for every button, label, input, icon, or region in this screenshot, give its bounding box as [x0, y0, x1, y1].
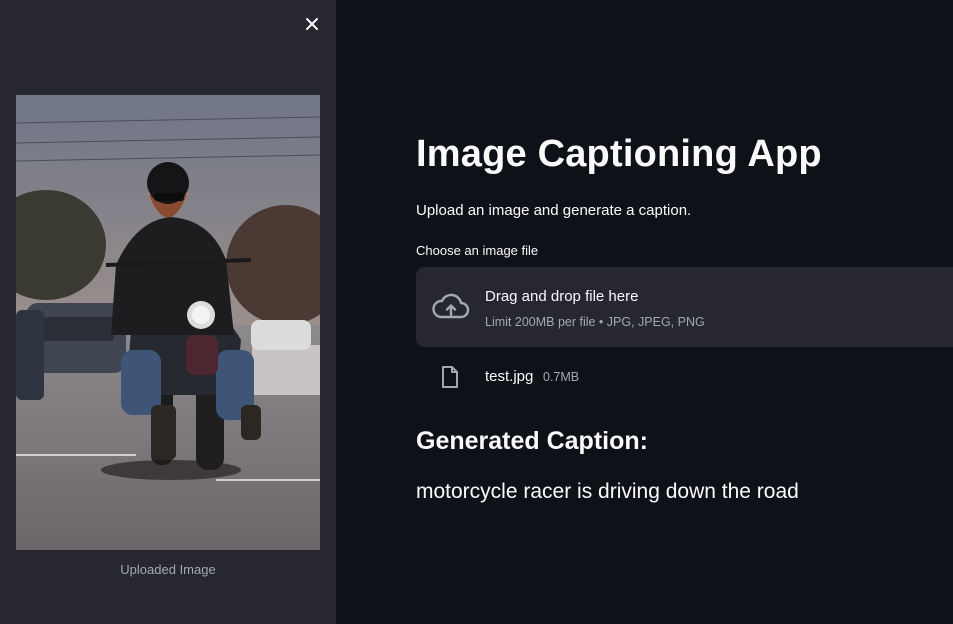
- dropzone-title: Drag and drop file here: [485, 288, 639, 305]
- sidebar: Uploaded Image: [0, 0, 336, 624]
- file-size: 0.7MB: [543, 370, 580, 384]
- page-title: Image Captioning App: [416, 133, 822, 175]
- page-subtitle: Upload an image and generate a caption.: [416, 202, 692, 219]
- file-uploader-label: Choose an image file: [416, 243, 539, 258]
- file-dropzone[interactable]: Drag and drop file here Limit 200MB per …: [416, 267, 953, 347]
- close-icon: [306, 18, 318, 30]
- image-caption: Uploaded Image: [120, 562, 216, 577]
- uploaded-file-item: test.jpg 0.7MB: [416, 362, 816, 392]
- close-sidebar-button[interactable]: [301, 13, 323, 35]
- file-name: test.jpg: [485, 368, 534, 385]
- file-icon: [442, 366, 458, 388]
- main-content: Image Captioning App Upload an image and…: [336, 0, 953, 624]
- cloud-upload-icon: [432, 293, 470, 319]
- caption-heading: Generated Caption:: [416, 427, 648, 455]
- generated-caption: motorcycle racer is driving down the roa…: [416, 480, 799, 503]
- uploaded-image: [16, 95, 320, 550]
- dropzone-limit-text: Limit 200MB per file • JPG, JPEG, PNG: [485, 315, 705, 329]
- header-bar: [336, 0, 953, 42]
